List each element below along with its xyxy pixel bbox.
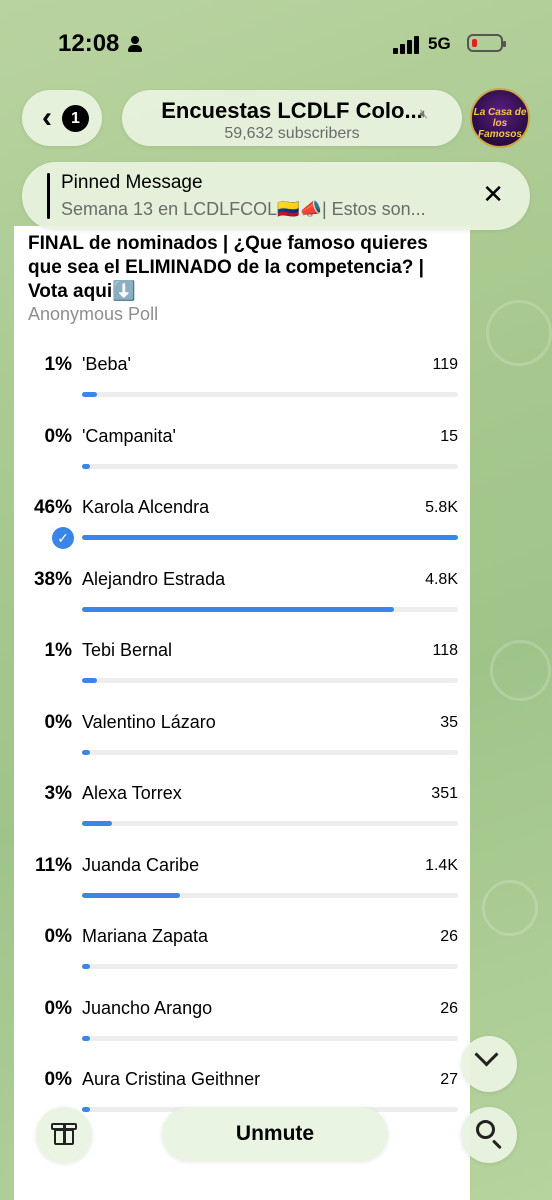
poll-option[interactable]: 11% Juanda Caribe 1.4K	[14, 855, 470, 925]
status-time: 12:08	[58, 30, 120, 57]
channel-avatar[interactable]: La Casa de los Famosos	[470, 88, 530, 148]
option-vote-count: 26	[440, 928, 458, 945]
background-doodle	[490, 640, 551, 701]
message-views-time: 13.6K 11:59 PM	[342, 1164, 428, 1178]
poll-message: FINAL de nominados | ¿Que famoso quieres…	[14, 226, 470, 1200]
network-type: 5G	[428, 34, 451, 53]
option-percent: 0%	[44, 926, 72, 947]
option-vote-count: 26	[440, 999, 458, 1017]
subscriber-count: 59,632 subscribers	[224, 125, 360, 142]
option-name: Juanda Caribe	[82, 854, 200, 875]
option-result-fill	[82, 749, 90, 755]
option-name: 'Beba'	[82, 354, 131, 374]
option-name: Valentino Lázaro	[82, 711, 216, 732]
option-result-fill	[82, 392, 97, 397]
option-vote-count: 118	[432, 642, 458, 659]
poll-option[interactable]: 46% Karola Alcendra 5.8K ✓	[14, 497, 470, 567]
channel-header[interactable]: Encuestas LCDLF Colo... 59,632 subscribe…	[122, 90, 462, 146]
option-vote-count: 35	[440, 713, 458, 731]
option-name: Karola Alcendra	[82, 497, 210, 517]
option-result-bar	[82, 964, 458, 969]
option-result-bar	[82, 1035, 458, 1041]
poll-option[interactable]: 1% 'Beba' 119	[14, 354, 470, 424]
option-name: Aura Cristina Geithner	[82, 1069, 261, 1089]
poll-option[interactable]: 38% Alejandro Estrada 4.8K	[14, 569, 470, 639]
option-percent: 11%	[35, 854, 72, 876]
poll-question: FINAL de nominados | ¿Que famoso quieres…	[28, 233, 428, 302]
option-percent: 0%	[44, 1069, 72, 1090]
poll-option[interactable]: 0% Juancho Arango 26	[14, 998, 470, 1068]
signal-icon	[393, 34, 421, 54]
person-icon	[127, 36, 143, 52]
option-result-fill	[82, 821, 112, 826]
option-vote-count: 5.8K	[425, 499, 458, 516]
option-result-fill	[82, 964, 90, 969]
pinned-message-bar[interactable]: Pinned Message Semana 13 en LCDLFCOL🇨🇴📣|…	[22, 162, 530, 230]
search-icon	[476, 1120, 495, 1139]
battery-icon	[467, 34, 506, 52]
background-doodle	[486, 300, 552, 366]
muted-speaker-icon: 🔇︎	[419, 106, 428, 121]
option-result-bar	[82, 606, 458, 612]
checkmark-icon: ✓	[52, 527, 74, 549]
option-percent: 0%	[44, 425, 72, 447]
option-result-fill	[82, 606, 394, 612]
pinned-title: Pinned Message	[61, 172, 203, 193]
option-percent: 3%	[44, 783, 72, 804]
option-vote-count: 119	[432, 356, 458, 373]
option-percent: 1%	[44, 354, 72, 375]
unread-badge: 1	[62, 105, 89, 132]
close-icon[interactable]: ✕	[482, 181, 504, 207]
background-doodle	[482, 880, 538, 936]
option-result-bar	[82, 749, 458, 755]
option-name: Alejandro Estrada	[82, 568, 226, 589]
option-percent: 46%	[33, 497, 72, 518]
option-result-fill	[82, 535, 458, 540]
option-result-fill	[82, 1035, 90, 1041]
option-vote-count: 351	[431, 785, 458, 802]
search-button[interactable]	[461, 1107, 517, 1163]
option-result-bar	[82, 821, 458, 826]
option-percent: 0%	[44, 711, 72, 733]
poll-option[interactable]: 1% Tebi Bernal 118	[14, 640, 470, 710]
option-result-bar	[82, 678, 458, 683]
option-result-bar	[82, 463, 458, 469]
chevron-down-icon	[474, 1042, 499, 1067]
option-result-fill	[82, 892, 180, 898]
poll-option[interactable]: 3% Alexa Torrex 351	[14, 783, 470, 853]
avatar-logo-text: La Casa de los Famosos	[473, 107, 527, 140]
poll-option[interactable]: 0% Mariana Zapata 26	[14, 926, 470, 996]
option-result-fill	[82, 1107, 90, 1112]
poll-option[interactable]: 0% 'Campanita' 15	[14, 426, 470, 496]
option-name: Tebi Bernal	[82, 640, 173, 660]
option-result-fill	[82, 463, 90, 469]
option-result-bar	[82, 892, 458, 898]
gift-button[interactable]	[36, 1107, 92, 1163]
option-name: 'Campanita'	[82, 425, 176, 446]
option-percent: 38%	[33, 568, 72, 590]
option-percent: 1%	[44, 640, 72, 661]
unmute-button[interactable]: Unmute	[162, 1107, 388, 1161]
option-vote-count: 27	[440, 1071, 458, 1088]
scroll-down-button[interactable]	[461, 1036, 517, 1092]
option-name: Juancho Arango	[82, 997, 213, 1018]
poll-option[interactable]: 0% Valentino Lázaro 35	[14, 712, 470, 782]
pinned-preview: Semana 13 en LCDLFCOL🇨🇴📣| Estos son...	[61, 199, 426, 219]
option-result-bar	[82, 535, 458, 540]
option-result-bar	[82, 392, 458, 397]
option-vote-count: 4.8K	[425, 570, 458, 588]
option-result-fill	[82, 678, 97, 683]
poll-type-label: Anonymous Poll	[28, 304, 159, 324]
option-name: Mariana Zapata	[82, 926, 209, 946]
option-vote-count: 15	[440, 427, 458, 445]
option-name: Alexa Torrex	[82, 783, 182, 803]
option-percent: 0%	[44, 997, 72, 1019]
back-button[interactable]: ‹ 1	[22, 90, 102, 146]
status-bar: 12:08 5G	[0, 0, 552, 90]
channel-title: Encuestas LCDLF Colo...	[161, 98, 423, 123]
pinned-indicator	[47, 173, 50, 219]
chevron-left-icon: ‹	[42, 101, 52, 134]
option-vote-count: 1.4K	[425, 856, 458, 874]
